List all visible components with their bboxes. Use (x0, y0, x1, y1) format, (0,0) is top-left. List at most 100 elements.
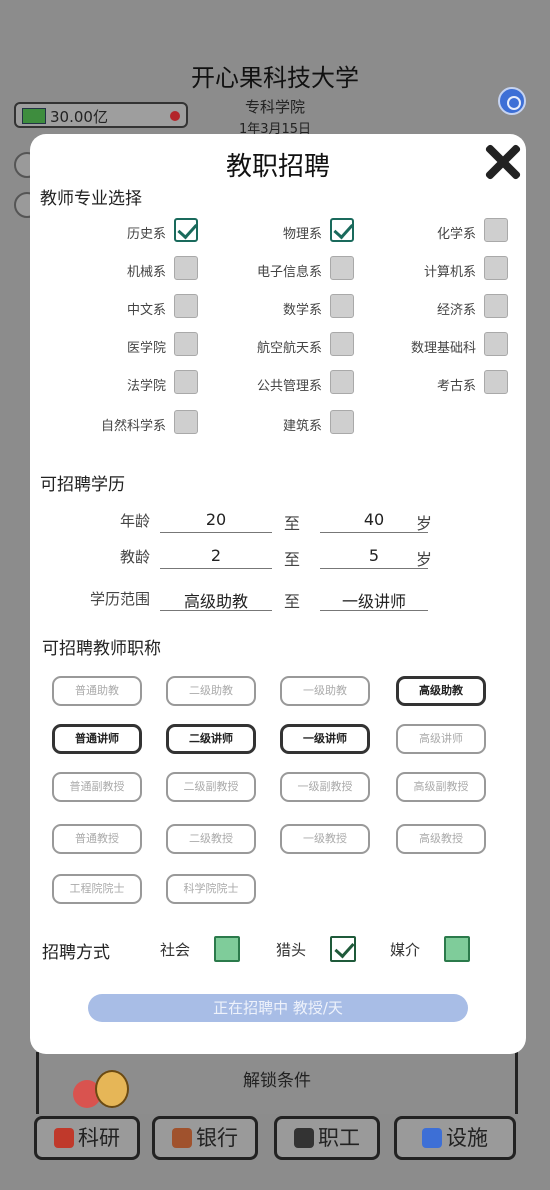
gear-icon[interactable] (498, 87, 526, 115)
major-option[interactable]: 法学院 (58, 370, 198, 398)
major-checkbox[interactable] (174, 332, 198, 356)
title-button[interactable]: 普通教授 (52, 824, 142, 854)
major-option[interactable]: 物理系 (214, 218, 354, 246)
major-checkbox[interactable] (330, 332, 354, 356)
major-option[interactable]: 历史系 (58, 218, 198, 246)
title-button[interactable]: 高级副教授 (396, 772, 486, 802)
major-checkbox[interactable] (484, 294, 508, 318)
major-checkbox[interactable] (484, 370, 508, 394)
major-checkbox[interactable] (174, 370, 198, 394)
title-button[interactable]: 高级助教 (396, 676, 486, 706)
major-option[interactable]: 化学系 (368, 218, 508, 246)
title-button[interactable]: 高级教授 (396, 824, 486, 854)
major-option[interactable]: 数学系 (214, 294, 354, 322)
dialog-title: 教职招聘 (225, 152, 330, 182)
major-checkbox[interactable] (330, 218, 354, 242)
game-header: 开心果科技大学 专科学院 1年3月15日 30.00亿 (0, 0, 550, 140)
titles-heading: 可招聘教师职称 (42, 639, 161, 659)
nav-staff-button[interactable]: 职工 (274, 1116, 380, 1160)
major-checkbox[interactable] (330, 294, 354, 318)
flask-icon (54, 1128, 74, 1148)
method-social-checkbox[interactable] (214, 936, 240, 962)
method-media-checkbox[interactable] (444, 936, 470, 962)
major-option[interactable]: 公共管理系 (214, 370, 354, 398)
title-button[interactable]: 高级讲师 (396, 724, 486, 754)
major-option[interactable]: 医学院 (58, 332, 198, 360)
money-value: 30.00亿 (50, 108, 108, 126)
age-to-input[interactable]: 40 (320, 510, 428, 533)
major-option[interactable]: 电子信息系 (214, 256, 354, 284)
title-button[interactable]: 工程院院士 (52, 874, 142, 904)
title-button[interactable]: 一级讲师 (280, 724, 370, 754)
teaching-years-from-input[interactable]: 2 (160, 546, 272, 569)
major-checkbox[interactable] (330, 410, 354, 434)
major-checkbox[interactable] (174, 256, 198, 280)
major-option[interactable]: 考古系 (368, 370, 508, 398)
major-label: 建筑系 (282, 419, 322, 434)
major-label: 航空航天系 (256, 341, 322, 356)
major-checkbox[interactable] (484, 218, 508, 242)
major-option[interactable]: 航空航天系 (214, 332, 354, 360)
degree-to-select[interactable]: 一级讲师 (320, 588, 428, 611)
major-option[interactable]: 建筑系 (214, 410, 354, 438)
method-row: 招聘方式 社会 猎头 媒介 (30, 936, 526, 966)
major-checkbox[interactable] (174, 218, 198, 242)
title-button[interactable]: 一级教授 (280, 824, 370, 854)
major-option[interactable]: 计算机系 (368, 256, 508, 284)
title-button[interactable]: 普通助教 (52, 676, 142, 706)
major-checkbox[interactable] (174, 410, 198, 434)
major-checkbox[interactable] (484, 332, 508, 356)
title-button[interactable]: 普通讲师 (52, 724, 142, 754)
title-button[interactable]: 二级助教 (166, 676, 256, 706)
method-heading: 招聘方式 (42, 943, 110, 963)
major-label: 法学院 (126, 379, 166, 394)
title-button[interactable]: 二级讲师 (166, 724, 256, 754)
major-checkbox[interactable] (174, 294, 198, 318)
major-option[interactable]: 数理基础科 (368, 332, 508, 360)
university-name: 开心果科技大学 (191, 64, 359, 92)
major-label: 考古系 (436, 379, 476, 394)
title-button[interactable]: 二级教授 (166, 824, 256, 854)
add-money-icon[interactable] (170, 111, 180, 121)
major-option[interactable]: 中文系 (58, 294, 198, 322)
title-button[interactable]: 普通副教授 (52, 772, 142, 802)
method-social[interactable]: 社会 (160, 936, 240, 964)
money-bar[interactable]: 30.00亿 (14, 102, 188, 128)
recruit-status-button[interactable]: 正在招聘中 教授/天 (88, 994, 468, 1022)
major-label: 电子信息系 (256, 265, 322, 280)
title-button[interactable]: 一级副教授 (280, 772, 370, 802)
title-button[interactable]: 一级助教 (280, 676, 370, 706)
major-label: 机械系 (126, 265, 166, 280)
major-label: 公共管理系 (256, 379, 322, 394)
title-button[interactable]: 科学院院士 (166, 874, 256, 904)
major-label: 历史系 (126, 227, 166, 242)
unlock-panel: 解锁条件 (36, 1052, 518, 1114)
major-option[interactable]: 机械系 (58, 256, 198, 284)
bottom-nav: 科研 银行 职工 设施 (28, 1116, 528, 1162)
method-headhunter-checkbox[interactable] (330, 936, 356, 962)
nav-facilities-button[interactable]: 设施 (394, 1116, 516, 1160)
major-checkbox[interactable] (330, 370, 354, 394)
degree-range-row: 学历范围 高级助教 至 一级讲师 (30, 588, 526, 614)
major-label: 物理系 (282, 227, 322, 242)
close-icon[interactable] (482, 142, 522, 182)
requirements-heading: 可招聘学历 (40, 475, 125, 495)
method-media[interactable]: 媒介 (390, 936, 470, 964)
major-checkbox[interactable] (330, 256, 354, 280)
age-row: 年龄 20 至 40 岁 (119, 510, 433, 533)
nav-bank-button[interactable]: 银行 (152, 1116, 258, 1160)
age-from-input[interactable]: 20 (160, 510, 272, 533)
nav-research-button[interactable]: 科研 (34, 1116, 140, 1160)
major-option[interactable]: 自然科学系 (58, 410, 198, 438)
title-button[interactable]: 二级副教授 (166, 772, 256, 802)
major-option[interactable]: 经济系 (368, 294, 508, 322)
building-icon (422, 1128, 442, 1148)
teaching-years-row: 教龄 2 至 5 岁 (119, 546, 433, 569)
teaching-years-to-input[interactable]: 5 (320, 546, 428, 569)
method-headhunter[interactable]: 猎头 (276, 936, 356, 964)
major-label: 医学院 (126, 341, 166, 356)
major-checkbox[interactable] (484, 256, 508, 280)
major-label: 经济系 (436, 303, 476, 318)
major-label: 数理基础科 (410, 341, 476, 356)
degree-from-select[interactable]: 高级助教 (160, 588, 272, 611)
